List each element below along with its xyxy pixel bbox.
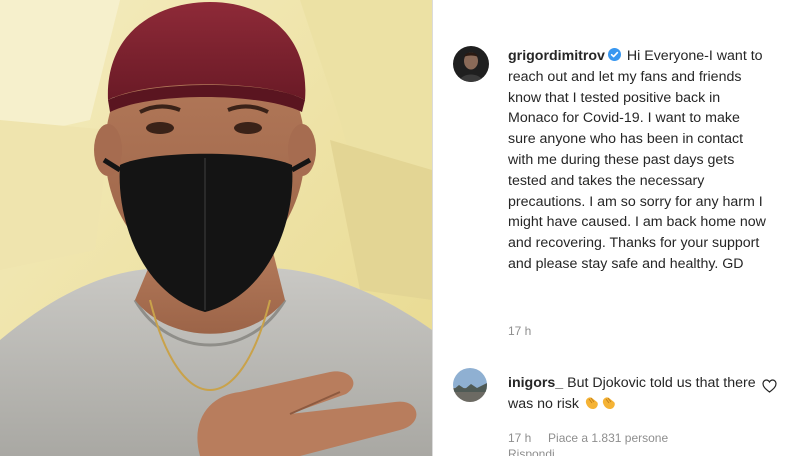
reply-link[interactable]: Rispondi [508, 447, 555, 456]
author-avatar[interactable] [453, 46, 489, 82]
commenter-avatar-image [453, 368, 487, 402]
commenter-username[interactable]: inigors_ [508, 375, 563, 391]
clapping-hands-icon [602, 397, 615, 409]
post-timestamp[interactable]: 17 h [508, 324, 531, 338]
comment-block: inigors_ But Djokovic told us that there… [508, 373, 758, 415]
clapping-hands-icon [585, 397, 598, 409]
instagram-post-view: grigordimitrov Hi Everyone-I want to rea… [0, 0, 810, 456]
commenter-avatar[interactable] [453, 368, 487, 402]
post-caption-block: grigordimitrov Hi Everyone-I want to rea… [508, 46, 766, 275]
author-username[interactable]: grigordimitrov [508, 48, 605, 64]
comment-likes[interactable]: Piace a 1.831 persone [548, 431, 668, 445]
selfie-image [0, 0, 432, 456]
comment-timestamp[interactable]: 17 h [508, 431, 531, 445]
verified-badge-icon [607, 48, 621, 61]
author-avatar-image [453, 46, 489, 82]
comment-meta: 17 h Piace a 1.831 persone [508, 431, 668, 445]
post-photo [0, 0, 432, 456]
like-heart-icon[interactable] [762, 379, 777, 393]
post-caption-text: Hi Everyone-I want to reach out and let … [508, 48, 766, 272]
